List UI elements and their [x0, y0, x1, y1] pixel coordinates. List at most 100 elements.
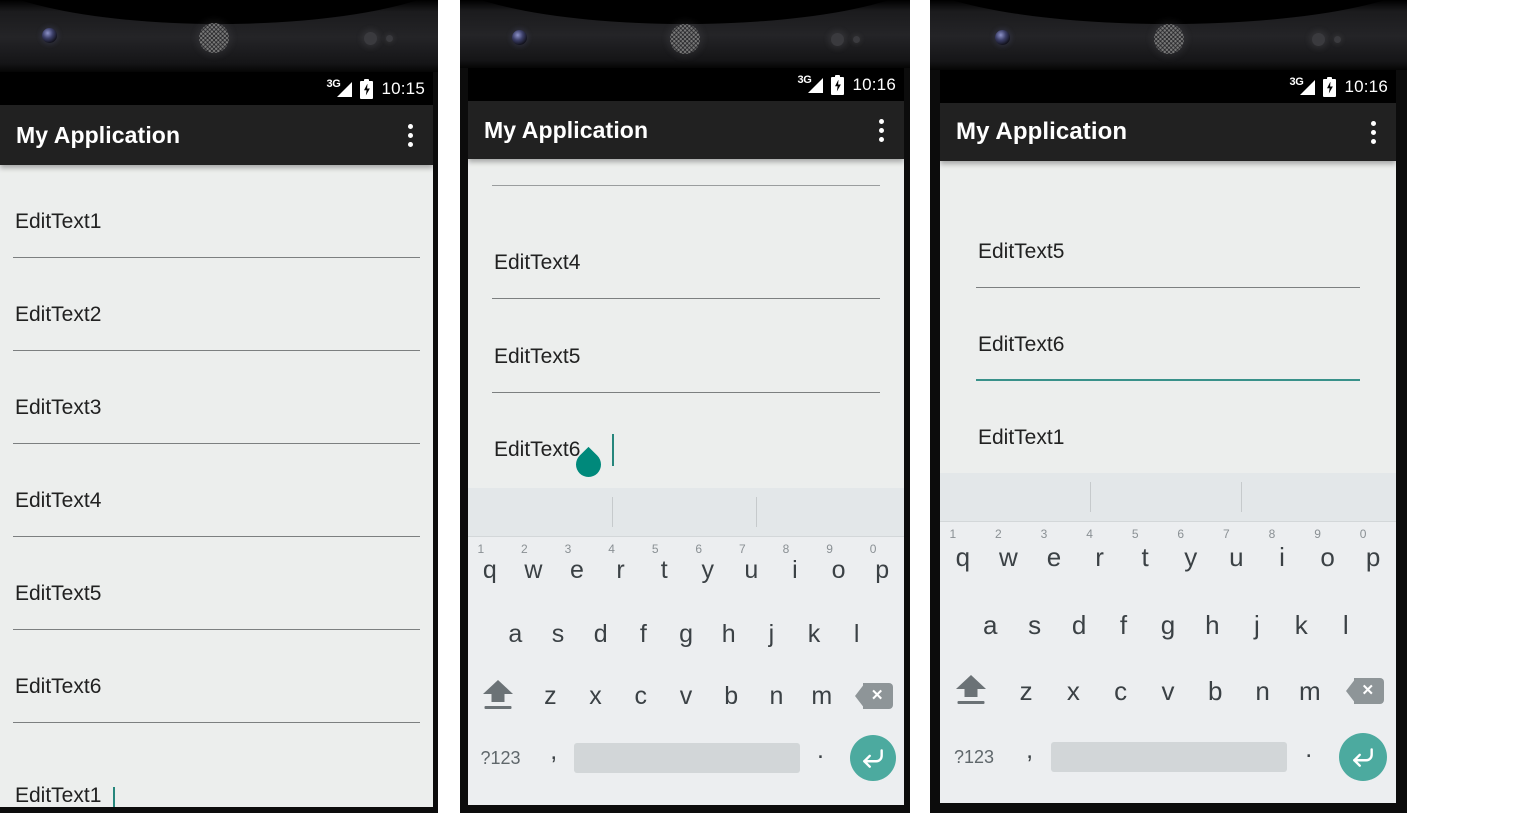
key-n[interactable]: n	[754, 665, 799, 727]
key-a[interactable]: a	[968, 592, 1012, 658]
key-o[interactable]: 9o	[1305, 522, 1351, 592]
overflow-menu-icon[interactable]	[1367, 115, 1380, 150]
key-k[interactable]: k	[793, 603, 836, 665]
key-label: p	[875, 555, 890, 584]
proximity-sensor-icon	[364, 32, 377, 45]
edittext-row-focused[interactable]: EditText6	[976, 288, 1360, 381]
backspace-key[interactable]: ✕	[844, 683, 904, 709]
key-d[interactable]: d	[579, 603, 622, 665]
key-l[interactable]: l	[1324, 592, 1368, 658]
key-m[interactable]: m	[799, 665, 844, 727]
keyboard-row-4: ?123 , .	[940, 724, 1396, 790]
key-b[interactable]: b	[1192, 658, 1239, 724]
key-q[interactable]: 1q	[940, 522, 986, 592]
symbols-key[interactable]: ?123	[468, 748, 533, 769]
edittext-row[interactable]: EditText2	[13, 258, 420, 351]
edittext-row-clipped[interactable]: EditText1	[15, 785, 101, 807]
edittext-row[interactable]: EditText5	[492, 299, 880, 393]
period-key[interactable]: .	[800, 738, 841, 771]
edittext-row[interactable]: EditText1	[976, 381, 1360, 473]
network-type-label: 3G	[1289, 75, 1304, 88]
comma-key[interactable]: ,	[533, 738, 574, 773]
edittext-row[interactable]: EditText3	[13, 351, 420, 444]
edittext-row[interactable]: EditText4	[492, 205, 880, 299]
key-m[interactable]: m	[1286, 658, 1333, 724]
key-label: t	[660, 555, 668, 584]
key-d[interactable]: d	[1057, 592, 1101, 658]
key-l[interactable]: l	[835, 603, 878, 665]
app-title: My Application	[484, 116, 649, 143]
key-f[interactable]: f	[622, 603, 665, 665]
key-t[interactable]: 5t	[642, 537, 686, 603]
key-h[interactable]: h	[1190, 592, 1234, 658]
key-a[interactable]: a	[494, 603, 537, 665]
key-i[interactable]: 8i	[773, 537, 817, 603]
shift-key[interactable]	[468, 680, 528, 712]
key-p[interactable]: 0p	[860, 537, 904, 603]
edittext-label: EditText4	[15, 489, 102, 512]
suggestion-strip[interactable]	[468, 488, 904, 537]
overflow-menu-icon[interactable]	[404, 118, 417, 153]
key-num-label: 3	[564, 542, 572, 556]
key-w[interactable]: 2w	[986, 522, 1032, 592]
edittext-row[interactable]: EditText6	[13, 630, 420, 723]
key-label: r	[1095, 542, 1104, 572]
key-r[interactable]: 4r	[1077, 522, 1123, 592]
symbols-key[interactable]: ?123	[940, 747, 1008, 768]
comma-key[interactable]: ,	[1008, 737, 1051, 772]
edittext-row[interactable]: EditText5	[976, 195, 1360, 288]
device-bezel	[0, 0, 438, 72]
key-x[interactable]: x	[1050, 658, 1097, 724]
edittext-row[interactable]: EditText4	[13, 444, 420, 537]
key-b[interactable]: b	[709, 665, 754, 727]
key-u[interactable]: 7u	[1214, 522, 1260, 592]
key-e[interactable]: 3e	[555, 537, 599, 603]
key-x[interactable]: x	[573, 665, 618, 727]
key-f[interactable]: f	[1101, 592, 1145, 658]
key-e[interactable]: 3e	[1031, 522, 1077, 592]
key-c[interactable]: c	[1097, 658, 1144, 724]
enter-key[interactable]	[841, 735, 904, 781]
key-n[interactable]: n	[1239, 658, 1286, 724]
key-g[interactable]: g	[665, 603, 708, 665]
space-key[interactable]	[574, 743, 800, 773]
backspace-key[interactable]: ✕	[1334, 678, 1396, 704]
space-key[interactable]	[1051, 742, 1288, 772]
backspace-icon: ✕	[855, 683, 894, 709]
key-j[interactable]: j	[1235, 592, 1279, 658]
key-u[interactable]: 7u	[730, 537, 774, 603]
key-label: x	[1066, 676, 1080, 706]
shift-key[interactable]	[940, 675, 1002, 707]
key-w[interactable]: 2w	[512, 537, 556, 603]
key-v[interactable]: v	[1144, 658, 1191, 724]
key-c[interactable]: c	[618, 665, 663, 727]
key-y[interactable]: 6y	[1168, 522, 1214, 592]
key-h[interactable]: h	[707, 603, 750, 665]
edittext-row-focused[interactable]: EditText6	[492, 393, 880, 486]
key-r[interactable]: 4r	[599, 537, 643, 603]
signal-3g-icon: 3G	[797, 74, 824, 94]
key-s[interactable]: s	[537, 603, 580, 665]
key-q[interactable]: 1q	[468, 537, 512, 603]
key-j[interactable]: j	[750, 603, 793, 665]
key-s[interactable]: s	[1012, 592, 1056, 658]
key-g[interactable]: g	[1146, 592, 1190, 658]
key-k[interactable]: k	[1279, 592, 1323, 658]
overflow-menu-icon[interactable]	[875, 113, 888, 148]
edittext-row[interactable]: EditText1	[13, 165, 420, 258]
key-p[interactable]: 0p	[1350, 522, 1396, 592]
key-z[interactable]: z	[1002, 658, 1049, 724]
key-i[interactable]: 8i	[1259, 522, 1305, 592]
suggestion-strip[interactable]	[940, 473, 1396, 522]
enter-key[interactable]	[1330, 733, 1396, 781]
key-label: h	[1205, 610, 1220, 640]
key-y[interactable]: 6y	[686, 537, 730, 603]
key-label: b	[1208, 676, 1223, 706]
key-v[interactable]: v	[663, 665, 708, 727]
key-t[interactable]: 5t	[1122, 522, 1168, 592]
key-o[interactable]: 9o	[817, 537, 861, 603]
period-key[interactable]: .	[1287, 737, 1330, 770]
edittext-row[interactable]: EditText5	[13, 537, 420, 630]
key-z[interactable]: z	[528, 665, 573, 727]
key-num-label: 5	[1131, 527, 1139, 541]
